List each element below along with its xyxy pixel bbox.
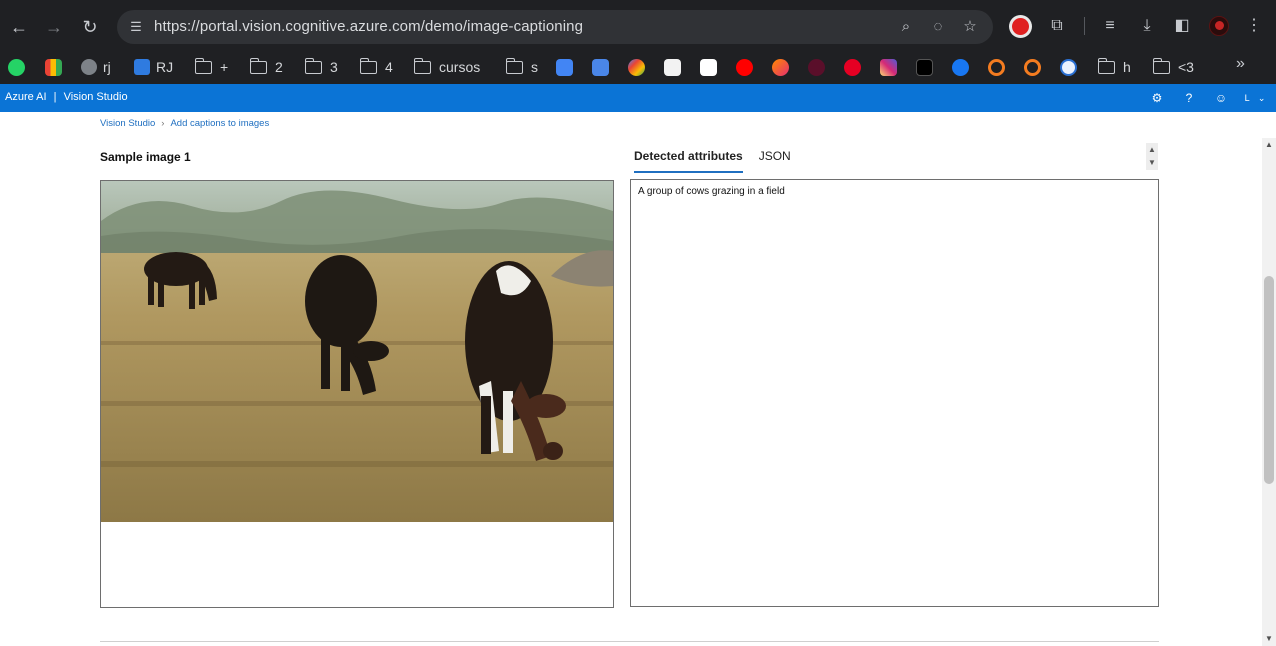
orange-ring-icon-2[interactable] (1024, 59, 1041, 76)
debian-icon[interactable] (808, 59, 825, 76)
edge-icon[interactable] (1060, 59, 1077, 76)
forward-icon[interactable]: → (41, 14, 67, 40)
breadcrumb-separator: › (161, 118, 165, 129)
bookmark-label: <3 (1178, 59, 1194, 75)
sample-photo (101, 181, 613, 522)
folder-icon (305, 57, 322, 74)
toolbar-divider (1084, 17, 1085, 35)
bookmark-label: h (1123, 59, 1131, 75)
facebook-icon[interactable] (952, 59, 969, 76)
account-menu[interactable]: L ⌄ (1240, 89, 1270, 107)
detected-attributes-panel: A group of cows grazing in a field (630, 179, 1159, 607)
pinterest-icon[interactable] (844, 59, 861, 76)
caption-text: A group of cows grazing in a field (638, 186, 785, 197)
bookmark-folder-s[interactable]: s (506, 56, 538, 78)
eye-off-icon[interactable]: ◌ (928, 17, 948, 37)
bookmark-label: 3 (330, 59, 338, 75)
instagram-icon[interactable] (880, 59, 897, 76)
folder-icon (1153, 57, 1170, 74)
bookmark-folder-h[interactable]: h (1098, 56, 1131, 78)
breadcrumb: Vision Studio › Add captions to images (100, 118, 269, 129)
bookmarks-bar: rj RJ + 2 3 4 cursos s h <3 (0, 52, 1276, 84)
scroll-down-arrow-icon[interactable]: ▼ (1264, 634, 1274, 644)
extensions-puzzle-icon[interactable]: ⧉ (1046, 15, 1068, 37)
sample-image-title: Sample image 1 (100, 150, 191, 164)
more-bookmarks-chevron-icon[interactable]: » (1236, 55, 1245, 73)
bookmark-folder-3[interactable]: 3 (305, 56, 338, 78)
bookmark-label: RJ (156, 59, 174, 75)
orange-ring-icon[interactable] (988, 59, 1005, 76)
bookmark-label: cursos (439, 59, 481, 75)
product-label: Vision Studio (63, 91, 128, 103)
adblock-extension-icon[interactable] (1009, 15, 1032, 38)
bookmark-label: rj (103, 59, 111, 75)
reload-icon[interactable]: ↻ (77, 14, 103, 40)
folder-icon (506, 57, 523, 74)
profile-avatar[interactable] (1209, 16, 1229, 36)
site-info-icon[interactable]: ☰ (127, 18, 145, 36)
result-tabs: Detected attributes JSON (634, 147, 807, 173)
kaggle-icon[interactable] (664, 59, 681, 76)
bookmark-folder-cursos[interactable]: cursos (414, 56, 480, 78)
bookmark-folder-heart[interactable]: <3 (1153, 56, 1194, 78)
folder-icon (195, 57, 212, 74)
browser-toolbar: ← → ↻ ☰ https://portal.vision.cognitive.… (0, 0, 1276, 52)
bookmark-folder-plus[interactable]: + (195, 56, 228, 78)
side-panel-icon[interactable]: ◧ (1171, 15, 1193, 37)
youtube-music-icon[interactable] (736, 59, 753, 76)
brand-label: Azure AI (5, 91, 47, 103)
folder-icon (360, 57, 377, 74)
folder-icon (414, 57, 431, 74)
address-bar[interactable]: ☰ https://portal.vision.cognitive.azure.… (117, 10, 993, 44)
tab-scroll-spinner[interactable]: ▲ ▼ (1146, 143, 1158, 170)
translate-icon[interactable] (592, 59, 609, 76)
image-panel (100, 180, 614, 608)
azure-header: Azure AI | Vision Studio ⚙ ? ☺ L ⌄ (0, 84, 1276, 112)
cows-illustration (101, 181, 613, 522)
title-separator: | (53, 91, 57, 103)
folder-icon (1098, 57, 1115, 74)
scroll-up-arrow-icon[interactable]: ▲ (1264, 140, 1274, 150)
user-initial: L (1244, 93, 1250, 103)
tab-detected-attributes[interactable]: Detected attributes (634, 147, 743, 173)
bookmark-label: 4 (385, 59, 393, 75)
calendar-icon[interactable] (556, 59, 573, 76)
section-divider (100, 641, 1159, 642)
bookmark-RJ[interactable]: RJ (134, 56, 173, 78)
spinner-up-icon[interactable]: ▲ (1146, 143, 1158, 156)
help-icon[interactable]: ? (1180, 89, 1198, 107)
folder-icon (250, 57, 267, 74)
bookmark-label: + (220, 59, 229, 75)
download-icon[interactable]: ⤓ (1136, 15, 1158, 37)
app-icon (134, 59, 150, 75)
breadcrumb-current[interactable]: Add captions to images (170, 118, 269, 129)
zoom-icon[interactable]: ⌕ (896, 17, 916, 37)
settings-gear-icon[interactable]: ⚙ (1148, 89, 1166, 107)
bookmark-label: 2 (275, 59, 283, 75)
back-icon[interactable]: ← (6, 14, 32, 40)
x-twitter-icon[interactable] (916, 59, 933, 76)
bookmark-label: s (531, 59, 538, 75)
assistant-icon[interactable] (628, 59, 645, 76)
scrollbar-thumb[interactable] (1264, 276, 1274, 484)
feedback-smiley-icon[interactable]: ☺ (1212, 89, 1230, 107)
amazon-icon[interactable] (700, 59, 717, 76)
bookmark-folder-2[interactable]: 2 (250, 56, 283, 78)
chevron-down-icon: ⌄ (1257, 93, 1266, 103)
whatsapp-icon[interactable] (8, 59, 25, 76)
bookmark-folder-4[interactable]: 4 (360, 56, 393, 78)
menu-kebab-icon[interactable]: ⋮ (1243, 15, 1265, 37)
gmail-icon[interactable] (45, 59, 62, 76)
firefox-icon[interactable] (772, 59, 789, 76)
spinner-down-icon[interactable]: ▼ (1146, 156, 1158, 169)
media-queue-icon[interactable]: ≡ (1099, 15, 1121, 37)
tab-json[interactable]: JSON (759, 147, 791, 173)
breadcrumb-home-link[interactable]: Vision Studio (100, 118, 155, 129)
globe-icon (81, 59, 97, 75)
page-scrollbar[interactable]: ▲ ▼ (1262, 138, 1276, 646)
bookmark-rj[interactable]: rj (81, 56, 111, 78)
bookmark-star-icon[interactable]: ☆ (960, 17, 980, 37)
app-title[interactable]: Azure AI | Vision Studio (5, 91, 128, 103)
url-text[interactable]: https://portal.vision.cognitive.azure.co… (154, 18, 583, 35)
